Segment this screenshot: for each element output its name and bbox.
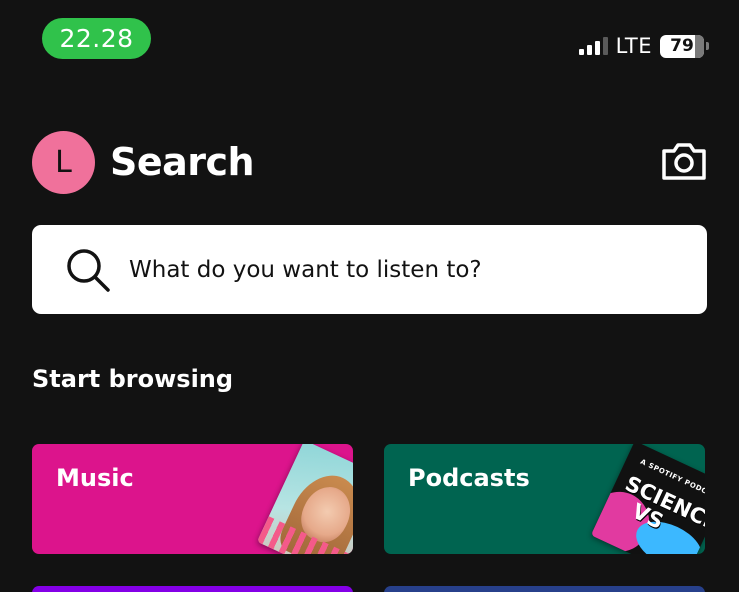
search-input[interactable] (129, 256, 649, 283)
music-cover-art (257, 444, 353, 554)
battery-icon: 79 (660, 34, 709, 58)
camera-button[interactable] (660, 139, 708, 183)
status-time-label: 22.28 (59, 24, 134, 53)
status-time: 22.28 (42, 18, 151, 59)
network-type: LTE (615, 34, 652, 58)
search-screen: 22.28 LTE 79 L Search What do you want t… (0, 0, 739, 592)
search-icon (65, 247, 111, 293)
card-label: Music (56, 464, 134, 492)
header: L Search (32, 129, 708, 195)
status-indicators: LTE 79 (578, 33, 709, 59)
card-label: Podcasts (408, 464, 530, 492)
browse-card-partial-right[interactable] (384, 586, 705, 592)
avatar[interactable]: L (32, 130, 95, 194)
search-box[interactable] (32, 225, 707, 314)
battery-level: 79 (670, 36, 694, 56)
podcast-cover-art: A SPOTIFY PODCAST SCIENCE VS (590, 444, 705, 554)
page-title: Search (110, 140, 255, 184)
camera-icon (662, 143, 706, 180)
avatar-initial: L (55, 144, 72, 180)
browse-card-partial-left[interactable] (32, 586, 353, 592)
browse-card-podcasts[interactable]: Podcasts A SPOTIFY PODCAST SCIENCE VS (384, 444, 705, 554)
browse-card-music[interactable]: Music (32, 444, 353, 554)
section-title: Start browsing (32, 365, 234, 393)
signal-icon (578, 37, 608, 55)
